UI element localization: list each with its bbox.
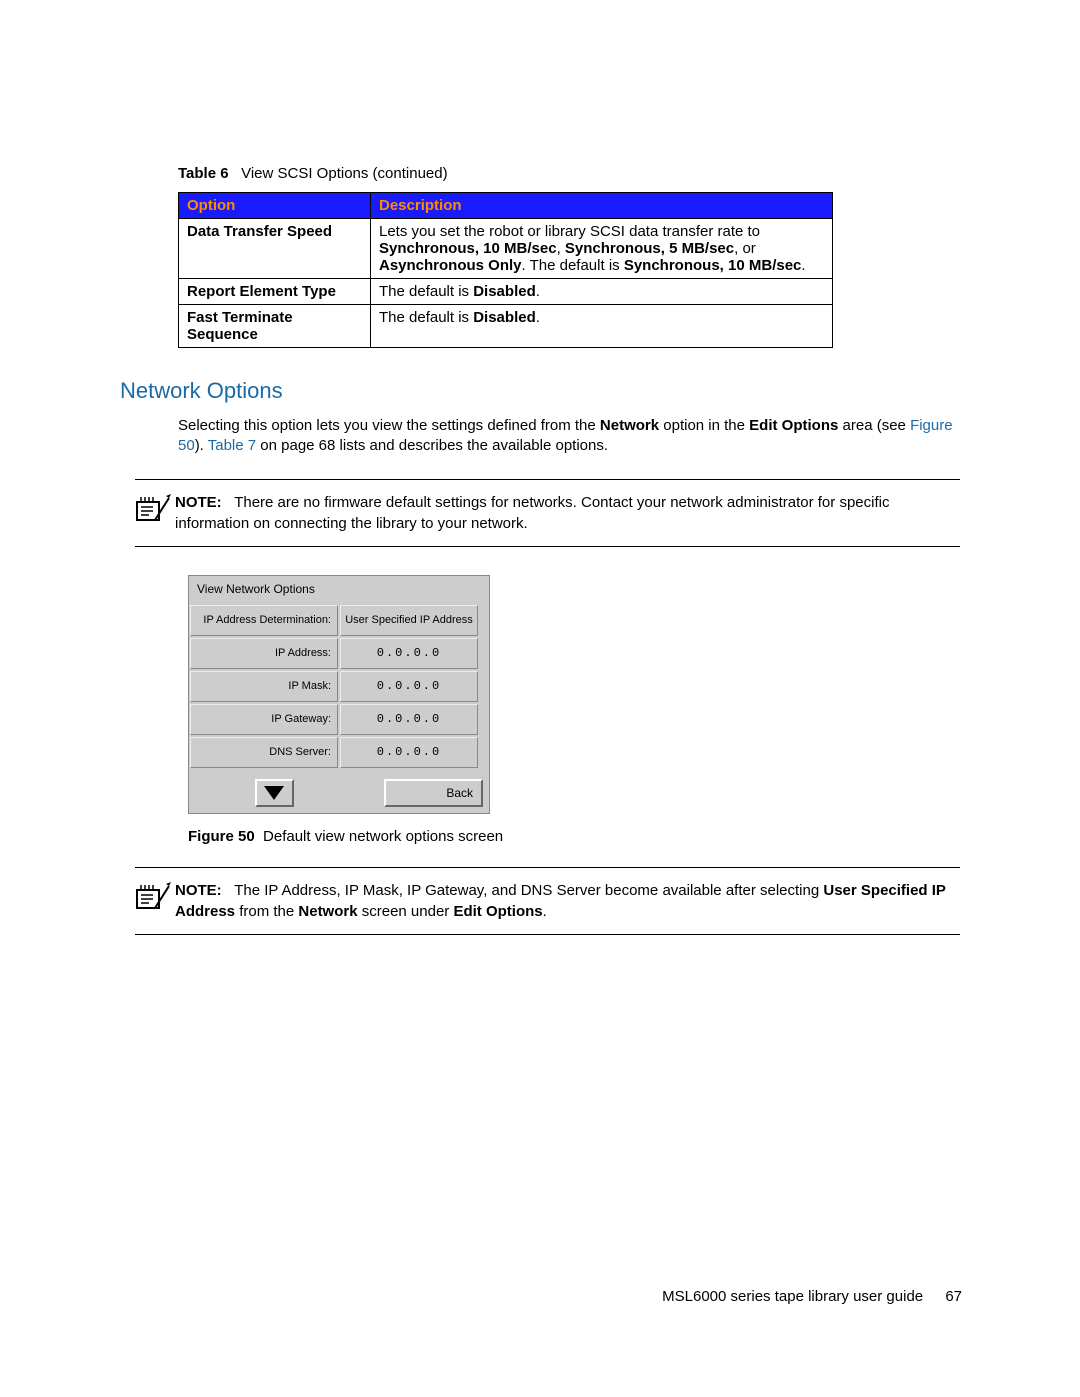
figure50-label: Figure 50 xyxy=(188,828,255,845)
page-footer: MSL6000 series tape library user guide 6… xyxy=(662,1288,962,1305)
table6-caption: Table 6 View SCSI Options (continued) xyxy=(178,165,960,182)
note-icon xyxy=(135,492,175,528)
page: Table 6 View SCSI Options (continued) Op… xyxy=(0,0,1080,1397)
note-text: NOTE: The IP Address, IP Mask, IP Gatewa… xyxy=(175,880,960,922)
note-text: NOTE: There are no firmware default sett… xyxy=(175,492,960,534)
figure50-caption-text: Default view network options screen xyxy=(263,828,503,845)
option-desc: Lets you set the robot or library SCSI d… xyxy=(371,219,833,279)
scsi-options-table: Option Description Data Transfer Speed L… xyxy=(178,192,833,348)
col-option: Option xyxy=(179,193,371,219)
option-name: Fast Terminate Sequence xyxy=(179,305,371,348)
field-label-ip-address: IP Address: xyxy=(190,638,338,669)
field-value-ip-determination: User Specified IP Address xyxy=(340,605,478,636)
note-block-1: NOTE: There are no firmware default sett… xyxy=(135,492,960,534)
network-options-paragraph: Selecting this option lets you view the … xyxy=(178,416,960,457)
field-value-ip-mask: 0.0.0.0 xyxy=(340,671,478,702)
table6-label: Table 6 xyxy=(178,165,229,182)
link-table-7[interactable]: Table 7 xyxy=(208,437,256,454)
divider xyxy=(135,867,960,868)
section-heading-network-options: Network Options xyxy=(120,378,960,404)
note-icon xyxy=(135,880,175,916)
panel-grid: IP Address Determination: User Specified… xyxy=(189,604,489,775)
field-label-dns-server: DNS Server: xyxy=(190,737,338,768)
down-triangle-icon xyxy=(264,786,284,800)
field-label-ip-determination: IP Address Determination: xyxy=(190,605,338,636)
table-row: Fast Terminate Sequence The default is D… xyxy=(179,305,833,348)
scroll-down-button[interactable] xyxy=(255,779,294,807)
panel-title: View Network Options xyxy=(189,576,489,604)
note-block-2: NOTE: The IP Address, IP Mask, IP Gatewa… xyxy=(135,880,960,922)
panel-buttons: Back xyxy=(189,775,489,813)
field-value-dns-server: 0.0.0.0 xyxy=(340,737,478,768)
table6-caption-text: View SCSI Options (continued) xyxy=(241,165,448,182)
option-name: Data Transfer Speed xyxy=(179,219,371,279)
figure50-caption: Figure 50 Default view network options s… xyxy=(188,828,960,845)
option-name: Report Element Type xyxy=(179,279,371,305)
divider xyxy=(135,479,960,480)
option-desc: The default is Disabled. xyxy=(371,305,833,348)
table-row: Report Element Type The default is Disab… xyxy=(179,279,833,305)
page-number: 67 xyxy=(945,1288,962,1305)
field-label-ip-gateway: IP Gateway: xyxy=(190,704,338,735)
option-desc: The default is Disabled. xyxy=(371,279,833,305)
field-label-ip-mask: IP Mask: xyxy=(190,671,338,702)
col-description: Description xyxy=(371,193,833,219)
back-button[interactable]: Back xyxy=(384,779,483,807)
view-network-options-panel: View Network Options IP Address Determin… xyxy=(188,575,490,814)
table-header-row: Option Description xyxy=(179,193,833,219)
divider xyxy=(135,546,960,547)
footer-title: MSL6000 series tape library user guide xyxy=(662,1288,923,1305)
field-value-ip-gateway: 0.0.0.0 xyxy=(340,704,478,735)
field-value-ip-address: 0.0.0.0 xyxy=(340,638,478,669)
table-row: Data Transfer Speed Lets you set the rob… xyxy=(179,219,833,279)
divider xyxy=(135,934,960,935)
